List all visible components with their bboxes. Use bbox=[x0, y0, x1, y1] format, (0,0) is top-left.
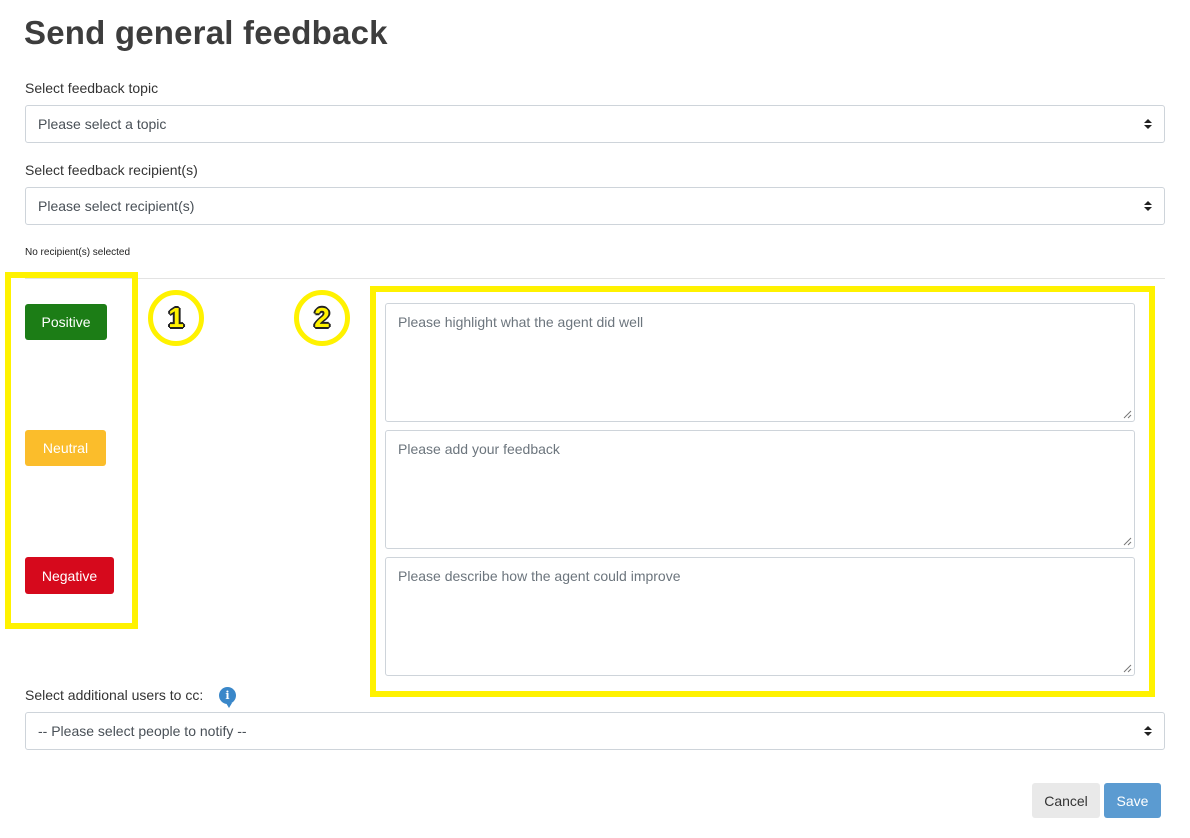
did-well-placeholder: Please highlight what the agent did well bbox=[398, 314, 644, 330]
did-well-textarea[interactable]: Please highlight what the agent did well bbox=[385, 303, 1135, 422]
resize-grip-icon[interactable] bbox=[1122, 409, 1132, 419]
recipients-label: Select feedback recipient(s) bbox=[25, 162, 198, 178]
topic-select-value: Please select a topic bbox=[38, 116, 167, 132]
negative-button[interactable]: Negative bbox=[25, 557, 114, 594]
recipients-select-value: Please select recipient(s) bbox=[38, 198, 195, 214]
positive-button[interactable]: Positive bbox=[25, 304, 107, 340]
select-caret-icon bbox=[1144, 726, 1152, 736]
select-caret-icon bbox=[1144, 119, 1152, 129]
annotation-marker-1: 1 bbox=[148, 290, 204, 346]
info-icon[interactable]: i bbox=[219, 687, 236, 708]
feedback-placeholder: Please add your feedback bbox=[398, 441, 560, 457]
select-caret-icon bbox=[1144, 201, 1152, 211]
neutral-button[interactable]: Neutral bbox=[25, 430, 106, 466]
annotation-marker-2: 2 bbox=[294, 290, 350, 346]
save-button[interactable]: Save bbox=[1104, 783, 1161, 818]
topic-label: Select feedback topic bbox=[25, 80, 159, 96]
resize-grip-icon[interactable] bbox=[1122, 663, 1132, 673]
cc-select-value: -- Please select people to notify -- bbox=[38, 723, 247, 739]
cancel-button[interactable]: Cancel bbox=[1032, 783, 1100, 818]
topic-select[interactable]: Please select a topic bbox=[25, 105, 1165, 143]
improve-placeholder: Please describe how the agent could impr… bbox=[398, 568, 681, 584]
page-title: Send general feedback bbox=[24, 14, 388, 51]
section-divider bbox=[25, 278, 1165, 279]
feedback-textarea[interactable]: Please add your feedback bbox=[385, 430, 1135, 549]
improve-textarea[interactable]: Please describe how the agent could impr… bbox=[385, 557, 1135, 676]
cc-select[interactable]: -- Please select people to notify -- bbox=[25, 712, 1165, 750]
recipients-select[interactable]: Please select recipient(s) bbox=[25, 187, 1165, 225]
recipients-status-note: No recipient(s) selected bbox=[25, 247, 131, 258]
cc-label: Select additional users to cc: bbox=[25, 687, 204, 703]
resize-grip-icon[interactable] bbox=[1122, 536, 1132, 546]
